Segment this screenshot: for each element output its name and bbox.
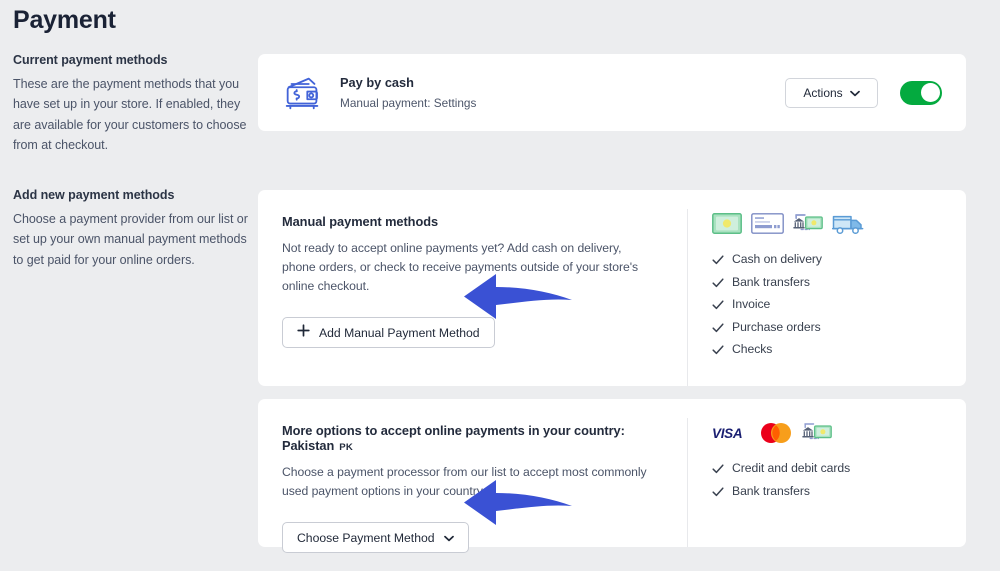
manual-card-feature-list: Cash on delivery Bank transfers Invoice bbox=[712, 252, 966, 356]
visa-logo: VISA bbox=[712, 426, 750, 445]
more-options-feature-list: Credit and debit cards Bank transfers bbox=[712, 461, 966, 498]
mastercard-logo bbox=[759, 422, 793, 449]
more-options-title: More options to accept online payments i… bbox=[282, 423, 668, 453]
manual-card-title: Manual payment methods bbox=[282, 214, 439, 229]
payment-settings-page: Payment Current payment methods These ar… bbox=[0, 0, 1000, 571]
feature-item: Bank transfers bbox=[712, 484, 966, 498]
section-heading-current: Current payment methods bbox=[13, 53, 168, 67]
section-text-add-new: Choose a payment provider from our list … bbox=[13, 212, 248, 267]
feature-item: Purchase orders bbox=[712, 320, 966, 334]
payment-method-subtitle: Manual payment: Settings bbox=[340, 96, 477, 110]
feature-item: Bank transfers bbox=[712, 275, 966, 289]
plus-icon bbox=[297, 324, 310, 341]
feature-label: Cash on delivery bbox=[732, 252, 822, 266]
feature-label: Checks bbox=[732, 342, 773, 356]
feature-item: Credit and debit cards bbox=[712, 461, 966, 475]
feature-item: Checks bbox=[712, 342, 966, 356]
wallet-icon bbox=[280, 70, 326, 116]
bank-transfer-icon bbox=[802, 421, 832, 449]
check-mark-icon bbox=[712, 343, 724, 355]
check-mark-icon bbox=[712, 485, 724, 497]
check-mark-icon bbox=[712, 253, 724, 265]
check-mark-icon bbox=[712, 462, 724, 474]
bank-transfer-icon bbox=[793, 212, 823, 240]
actions-button-label: Actions bbox=[803, 85, 843, 100]
page-title: Payment bbox=[13, 6, 116, 34]
feature-item: Invoice bbox=[712, 297, 966, 311]
feature-label: Bank transfers bbox=[732, 274, 810, 289]
chevron-down-icon bbox=[849, 86, 860, 100]
manual-card-description: Not ready to accept online payments yet?… bbox=[282, 241, 639, 294]
current-payment-methods-description: Current payment methods These are the pa… bbox=[13, 53, 251, 155]
current-payment-method-card: Pay by cash Manual payment: Settings Act… bbox=[258, 54, 966, 131]
country-code-badge: PK bbox=[339, 442, 353, 453]
actions-button[interactable]: Actions bbox=[785, 77, 878, 108]
more-options-description: Choose a payment processor from our list… bbox=[282, 465, 647, 499]
toggle-knob bbox=[920, 83, 940, 102]
check-mark-icon bbox=[712, 321, 724, 333]
more-options-card: More options to accept online payments i… bbox=[258, 399, 966, 554]
more-options-title-text: More options to accept online payments i… bbox=[282, 423, 625, 453]
delivery-truck-icon bbox=[831, 212, 865, 240]
more-options-logo-row: VISA bbox=[712, 421, 966, 449]
feature-label: Invoice bbox=[732, 297, 771, 311]
add-new-payment-methods-description: Add new payment methods Choose a payment… bbox=[13, 188, 251, 270]
payment-method-toggle[interactable] bbox=[900, 80, 942, 105]
choose-payment-method-button[interactable]: Choose Payment Method bbox=[282, 522, 469, 554]
check-icon bbox=[751, 213, 784, 239]
manual-card-logo-row bbox=[712, 212, 966, 240]
feature-label: Credit and debit cards bbox=[732, 461, 851, 475]
add-manual-payment-method-label: Add Manual Payment Method bbox=[319, 325, 480, 340]
feature-item: Cash on delivery bbox=[712, 252, 966, 266]
cash-banknote-icon bbox=[712, 213, 742, 239]
add-manual-payment-method-button[interactable]: Add Manual Payment Method bbox=[282, 317, 495, 349]
check-mark-icon bbox=[712, 276, 724, 288]
choose-payment-method-label: Choose Payment Method bbox=[297, 530, 435, 545]
chevron-down-icon bbox=[443, 531, 454, 545]
feature-label: Bank transfers bbox=[732, 483, 810, 498]
section-text-current: These are the payment methods that you h… bbox=[13, 77, 247, 152]
check-mark-icon bbox=[712, 298, 724, 310]
feature-label: Purchase orders bbox=[732, 319, 821, 334]
manual-payment-methods-card: Manual payment methods Not ready to acce… bbox=[258, 190, 966, 386]
payment-method-title: Pay by cash bbox=[340, 75, 414, 90]
svg-text:VISA: VISA bbox=[712, 426, 742, 440]
section-heading-add-new: Add new payment methods bbox=[13, 188, 175, 202]
